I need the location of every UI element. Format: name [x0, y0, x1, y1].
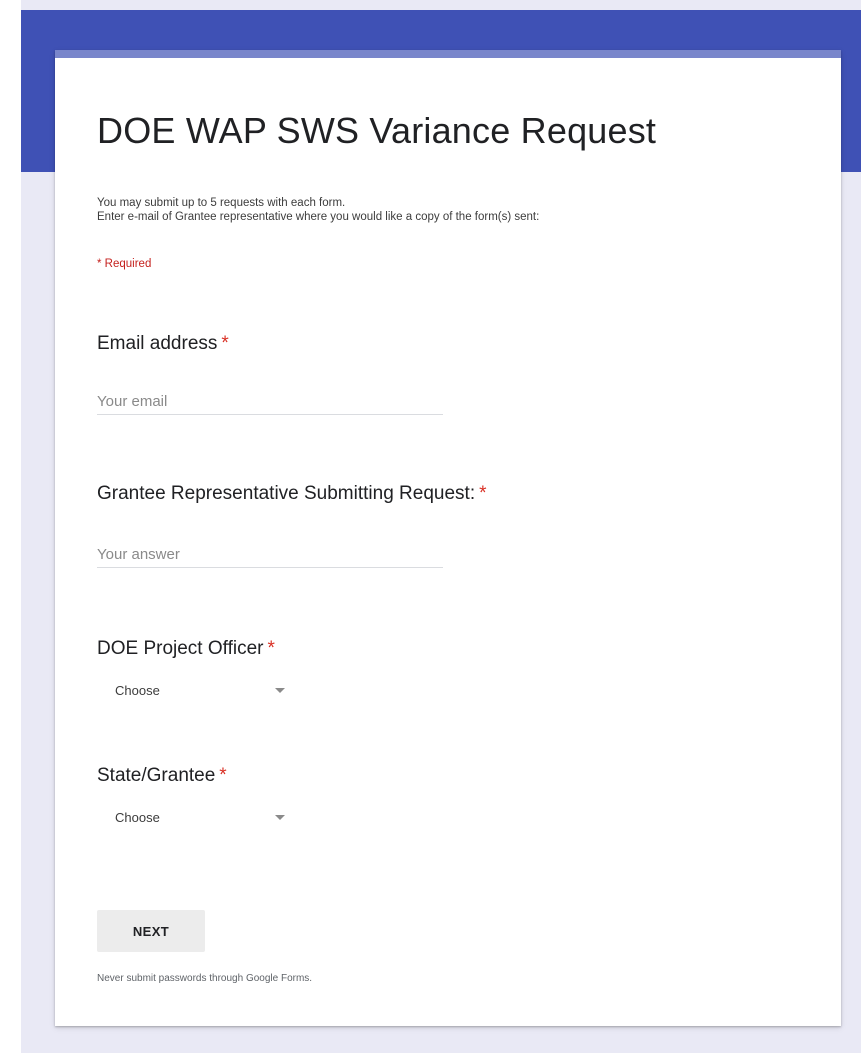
project-officer-question-title: DOE Project Officer * — [97, 638, 275, 660]
project-officer-dropdown[interactable]: Choose — [97, 675, 302, 705]
dropdown-arrow-icon — [275, 687, 285, 693]
state-grantee-question-title: State/Grantee * — [97, 765, 227, 787]
description-line-2: Enter e-mail of Grantee representative w… — [97, 211, 540, 223]
grantee-rep-question-title: Grantee Representative Submitting Reques… — [97, 483, 487, 505]
email-question-label: Email address — [97, 333, 218, 354]
dropdown-arrow-icon — [275, 814, 285, 820]
project-officer-question-label: DOE Project Officer — [97, 638, 264, 659]
form-title: DOE WAP SWS Variance Request — [97, 110, 657, 151]
project-officer-selected: Choose — [115, 682, 160, 698]
page: DOE WAP SWS Variance Request You may sub… — [0, 0, 861, 1053]
description-line-1: You may submit up to 5 requests with eac… — [97, 197, 346, 209]
grantee-rep-input[interactable] — [97, 541, 443, 568]
required-asterisk: * — [479, 483, 487, 504]
state-grantee-dropdown[interactable]: Choose — [97, 802, 302, 832]
email-input[interactable] — [97, 388, 443, 415]
required-asterisk: * — [219, 765, 227, 786]
form-card: DOE WAP SWS Variance Request You may sub… — [55, 50, 841, 1026]
footer-note: Never submit passwords through Google Fo… — [97, 973, 313, 984]
required-asterisk: * — [267, 638, 275, 659]
required-asterisk: * — [221, 333, 229, 354]
grantee-rep-question-label: Grantee Representative Submitting Reques… — [97, 483, 476, 504]
state-grantee-selected: Choose — [115, 809, 160, 825]
email-question-title: Email address * — [97, 333, 229, 355]
required-note: * Required — [97, 258, 152, 270]
state-grantee-question-label: State/Grantee — [97, 765, 216, 786]
next-button[interactable]: NEXT — [97, 910, 205, 952]
form-description: You may submit up to 5 requests with eac… — [97, 196, 539, 224]
